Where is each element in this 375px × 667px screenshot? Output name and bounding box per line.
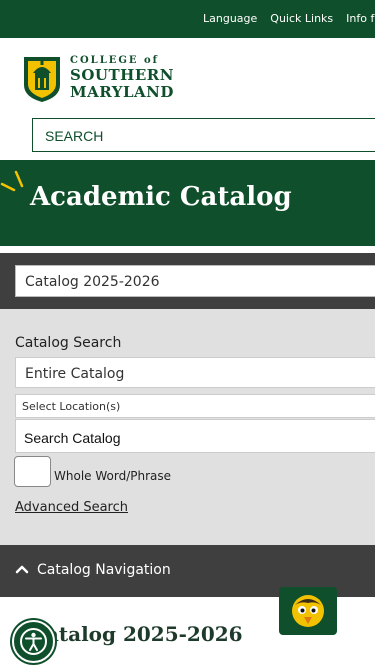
whole-word-checkbox[interactable] — [14, 456, 51, 487]
wordmark-line-3: MARYLAND — [70, 83, 174, 101]
catalog-search-placeholder: Search Catalog — [24, 430, 121, 446]
site-header: COLLEGE of SOUTHERN MARYLAND SEARCH — [0, 38, 375, 160]
info-for-link[interactable]: Info f — [346, 12, 374, 25]
site-search-placeholder: SEARCH — [45, 128, 104, 144]
hawk-mascot-icon — [292, 595, 324, 627]
sunburst-icon — [0, 170, 24, 192]
location-select[interactable]: Select Location(s) — [15, 394, 375, 418]
search-scope-select[interactable]: Entire Catalog — [15, 357, 375, 388]
catalog-navigation-label: Catalog Navigation — [37, 562, 171, 578]
top-utility-bar: Language Quick Links Info f — [0, 0, 375, 38]
location-select-value: Select Location(s) — [22, 400, 121, 413]
accessibility-button[interactable] — [12, 620, 55, 663]
catalog-search-panel: Catalog Search Entire Catalog Select Loc… — [0, 309, 375, 545]
chevron-up-icon — [15, 565, 29, 574]
hero-banner: Academic Catalog — [0, 160, 375, 246]
college-seal-icon[interactable] — [20, 51, 64, 103]
mascot-chat-button[interactable] — [279, 587, 337, 635]
utility-links: Language Quick Links Info f — [203, 12, 375, 25]
hero-title: Academic Catalog — [30, 182, 292, 212]
whole-word-label: Whole Word/Phrase — [54, 469, 171, 483]
catalog-search-input[interactable]: Search Catalog — [15, 419, 375, 453]
accessibility-icon — [20, 628, 47, 655]
catalog-search-heading: Catalog Search — [15, 335, 122, 351]
wordmark-line-1: COLLEGE of — [70, 55, 159, 66]
wordmark-line-2: SOUTHERN — [70, 66, 174, 84]
quick-links-link[interactable]: Quick Links — [270, 12, 333, 25]
catalog-select[interactable]: Catalog 2025-2026 — [15, 265, 375, 297]
catalog-select-value: Catalog 2025-2026 — [25, 274, 160, 290]
search-scope-value: Entire Catalog — [25, 366, 125, 382]
site-search-input[interactable]: SEARCH — [32, 118, 375, 152]
page-title: Catalog 2025-2026 — [30, 622, 243, 646]
catalog-select-bar: Catalog 2025-2026 — [0, 253, 375, 309]
advanced-search-link[interactable]: Advanced Search — [15, 500, 128, 515]
language-link[interactable]: Language — [203, 12, 257, 25]
college-wordmark[interactable]: COLLEGE of SOUTHERN MARYLAND — [70, 56, 174, 100]
